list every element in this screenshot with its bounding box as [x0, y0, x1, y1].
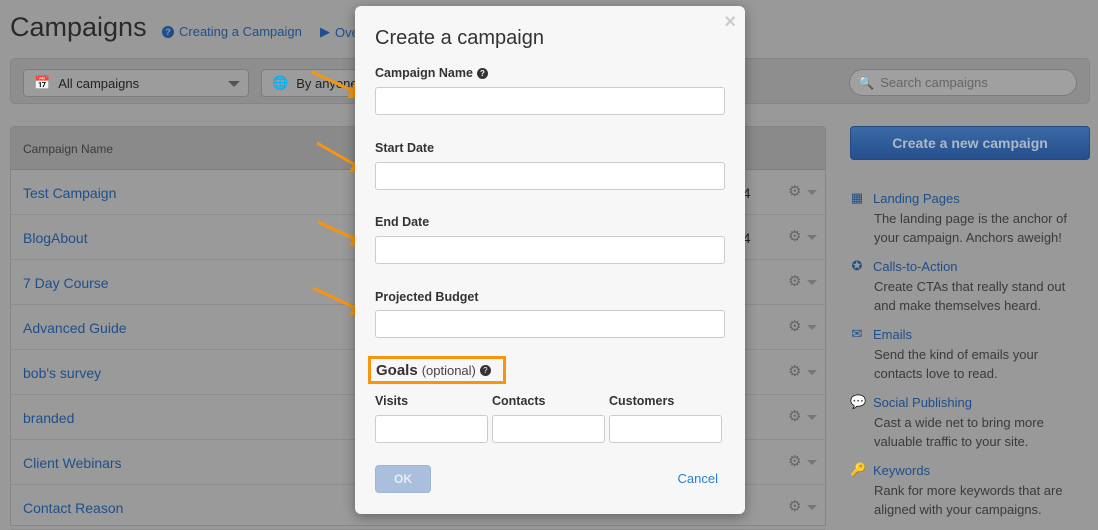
- overview-link[interactable]: ▶ Ove: [320, 24, 359, 40]
- sidebar-item-link[interactable]: Social Publishing: [873, 395, 972, 410]
- gear-icon[interactable]: ⚙: [788, 227, 801, 245]
- close-button[interactable]: ×: [724, 11, 736, 34]
- start-date-label: Start Date: [375, 141, 435, 155]
- help-icon: ?: [162, 25, 174, 38]
- dialog-title: Create a campaign: [375, 27, 544, 49]
- budget-label: Projected Budget: [375, 290, 479, 304]
- envelope-icon: ✉: [851, 326, 863, 341]
- campaign-name-input[interactable]: [375, 87, 725, 115]
- chevron-down-icon: [228, 81, 240, 87]
- start-date-input[interactable]: [375, 162, 725, 190]
- search-icon: 🔍: [858, 74, 875, 90]
- gear-icon[interactable]: ⚙: [788, 182, 801, 200]
- sidebar-item-desc: Send the kind of emails your contacts lo…: [874, 347, 1039, 381]
- search-input[interactable]: 🔍 Search campaigns: [849, 69, 1077, 96]
- budget-input[interactable]: [375, 310, 725, 338]
- sidebar-item-link[interactable]: Keywords: [873, 463, 930, 478]
- customers-input[interactable]: [609, 415, 722, 443]
- gear-icon[interactable]: ⚙: [788, 407, 801, 425]
- help-icon[interactable]: ?: [476, 67, 488, 79]
- contacts-input[interactable]: [492, 415, 605, 443]
- end-date-input[interactable]: [375, 236, 725, 264]
- chevron-down-icon[interactable]: [807, 325, 817, 330]
- sidebar-item: ✉ Emails Send the kind of emails your cont…: [850, 326, 1090, 383]
- create-campaign-dialog: × Create a campaign Campaign Name? Start…: [355, 6, 745, 514]
- goals-title: Goals: [376, 361, 418, 379]
- globe-icon: 🌐: [272, 75, 289, 90]
- campaign-name-label: Campaign Name?: [375, 66, 488, 80]
- create-campaign-button[interactable]: Create a new campaign: [850, 126, 1090, 160]
- campaign-link[interactable]: BlogAbout: [23, 230, 88, 246]
- chevron-down-icon[interactable]: [807, 370, 817, 375]
- star-icon: ✪: [851, 258, 863, 273]
- sidebar-item-desc: Create CTAs that really stand out and ma…: [874, 279, 1066, 313]
- campaign-link[interactable]: 7 Day Course: [23, 275, 109, 291]
- end-date-label: End Date: [375, 215, 430, 229]
- sidebar-item: 🔑 Keywords Rank for more keywords that are…: [850, 462, 1090, 519]
- campaign-link[interactable]: bob's survey: [23, 365, 101, 381]
- chevron-down-icon[interactable]: [807, 280, 817, 285]
- gear-icon[interactable]: ⚙: [788, 317, 801, 335]
- search-placeholder: Search campaigns: [880, 75, 988, 90]
- sidebar-item: 💬 Social Publishing Cast a wide net to bri…: [850, 394, 1090, 451]
- customers-label: Customers: [609, 394, 675, 408]
- contacts-label: Contacts: [492, 394, 546, 408]
- campaign-link[interactable]: Client Webinars: [23, 455, 122, 471]
- label-text: Campaign Name: [375, 66, 473, 80]
- ok-button[interactable]: OK: [375, 465, 431, 493]
- speech-bubble-icon: 💬: [850, 394, 867, 409]
- sidebar-item: ✪ Calls-to-Action Create CTAs that really …: [850, 258, 1090, 315]
- sidebar-item-link[interactable]: Calls-to-Action: [873, 259, 958, 274]
- chevron-down-icon[interactable]: [807, 460, 817, 465]
- key-icon: 🔑: [850, 462, 867, 477]
- campaign-link[interactable]: Contact Reason: [23, 500, 123, 516]
- page-title: Campaigns: [10, 12, 147, 42]
- campaign-link[interactable]: Advanced Guide: [23, 320, 127, 336]
- sidebar-item: ▦ Landing Pages The landing page is the an…: [850, 190, 1090, 247]
- sidebar-item-link[interactable]: Landing Pages: [873, 191, 960, 206]
- link-label: Creating a Campaign: [179, 24, 302, 39]
- visits-label: Visits: [375, 394, 409, 408]
- chevron-down-icon[interactable]: [807, 505, 817, 510]
- campaign-link[interactable]: Test Campaign: [23, 185, 116, 201]
- sidebar-item-desc: The landing page is the anchor of your c…: [874, 211, 1067, 245]
- sidebar-item-desc: Rank for more keywords that are aligned …: [874, 483, 1063, 517]
- campaign-link[interactable]: branded: [23, 410, 74, 426]
- gear-icon[interactable]: ⚙: [788, 497, 801, 515]
- optional-label: (optional): [421, 362, 476, 378]
- creating-campaign-link[interactable]: ? Creating a Campaign: [162, 24, 302, 39]
- chevron-down-icon[interactable]: [807, 190, 817, 195]
- play-icon: ▶: [320, 24, 330, 39]
- calendar-icon: 📅: [34, 75, 51, 90]
- gear-icon[interactable]: ⚙: [788, 452, 801, 470]
- cancel-link[interactable]: Cancel: [678, 471, 718, 486]
- gear-icon[interactable]: ⚙: [788, 272, 801, 290]
- layout-icon: ▦: [850, 190, 864, 205]
- chevron-down-icon[interactable]: [807, 235, 817, 240]
- goals-heading: Goals (optional)?: [368, 356, 506, 384]
- sidebar-item-desc: Cast a wide net to bring more valuable t…: [874, 415, 1044, 449]
- select-value: By anyone: [296, 75, 358, 91]
- campaign-filter-select[interactable]: 📅 All campaigns: [23, 69, 249, 97]
- visits-input[interactable]: [375, 415, 488, 443]
- sidebar-item-link[interactable]: Emails: [873, 327, 912, 342]
- chevron-down-icon[interactable]: [807, 415, 817, 420]
- gear-icon[interactable]: ⚙: [788, 362, 801, 380]
- help-icon[interactable]: ?: [479, 364, 491, 376]
- select-value: All campaigns: [58, 75, 140, 91]
